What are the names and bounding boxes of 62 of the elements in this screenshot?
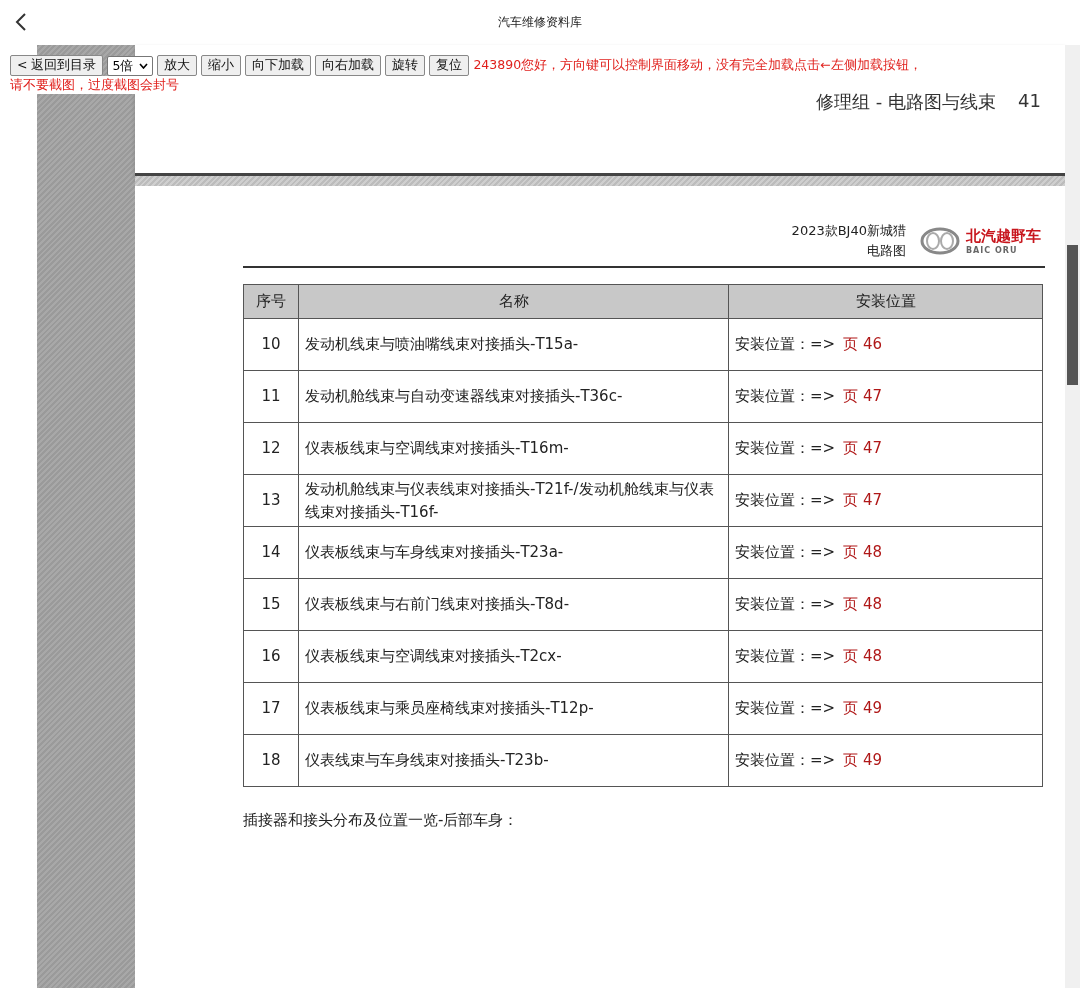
number-cell: 12 [243, 422, 299, 475]
name-cell: 仪表板线束与车身线束对接插头-T23a- [298, 526, 729, 579]
name-cell: 发动机舱线束与仪表线束对接插头-T21f-/发动机舱线束与仪表线束对接插头-T16f- [298, 474, 729, 527]
number-cell: 15 [243, 578, 299, 631]
name-cell: 仪表板线束与右前门线束对接插头-T8d- [298, 578, 729, 631]
page-link[interactable]: 页 48 [843, 541, 882, 564]
brand-name: 北汽越野车 [966, 227, 1041, 246]
number-cell: 16 [243, 630, 299, 683]
toolbar-button[interactable]: 放大 [157, 55, 198, 76]
brand-latin: BAIC ORU [966, 246, 1019, 255]
emblem-icon [920, 227, 960, 255]
toolbar-button[interactable]: 向右加载 [315, 55, 382, 76]
section-heading: 插接器和接头分布及位置一览-后部车身： [243, 811, 520, 830]
name-cell: 仪表板线束与空调线束对接插头-T16m- [298, 422, 729, 475]
toolbar-button[interactable]: 向下加载 [245, 55, 312, 76]
page-link[interactable]: 页 49 [843, 749, 882, 772]
page-link[interactable]: 页 48 [843, 645, 882, 668]
location-label: 安装位置：=> [735, 438, 836, 459]
toolbar-button[interactable]: 复位 [429, 55, 470, 76]
notice-text: 请不要截图，过度截图会封号 [10, 76, 179, 94]
model-title: 2023款BJ40新城猎 [791, 222, 906, 240]
column-header: 序号 [243, 284, 299, 319]
location-label: 安装位置：=> [735, 334, 836, 355]
location-label: 安装位置：=> [735, 750, 836, 771]
document-subtitle: 电路图 [867, 242, 906, 260]
column-header: 名称 [298, 284, 729, 319]
back-to-contents-button[interactable]: < 返回到目录 [10, 55, 104, 76]
number-cell: 11 [243, 370, 299, 423]
page-link[interactable]: 页 46 [843, 333, 882, 356]
number-cell: 18 [243, 734, 299, 787]
toolbar-button[interactable]: 缩小 [201, 55, 242, 76]
notice-text: 243890您好，方向键可以控制界面移动，没有完全加载点击←左侧加载按钮， [473, 57, 922, 72]
back-icon[interactable] [14, 12, 28, 32]
location-label: 安装位置：=> [735, 698, 836, 719]
name-cell: 仪表板线束与乘员座椅线束对接插头-T12p- [298, 682, 729, 735]
name-cell: 发动机舱线束与自动变速器线束对接插头-T36c- [298, 370, 729, 423]
page-link[interactable]: 页 49 [843, 697, 882, 720]
caret-icon [139, 62, 149, 69]
name-cell: 发动机线束与喷油嘴线束对接插头-T15a- [298, 318, 729, 371]
column-header: 安装位置 [728, 284, 1043, 319]
zoom-select[interactable]: 5倍 [107, 55, 154, 76]
number-cell: 10 [243, 318, 299, 371]
running-header: 修理组 - 电路图与线束 [816, 90, 997, 114]
page-link[interactable]: 页 47 [843, 385, 882, 408]
location-label: 安装位置：=> [735, 490, 836, 511]
name-cell: 仪表板线束与空调线束对接插头-T2cx- [298, 630, 729, 683]
toolbar-button[interactable]: 旋转 [385, 55, 426, 76]
name-cell: 仪表线束与车身线束对接插头-T23b- [298, 734, 729, 787]
location-label: 安装位置：=> [735, 646, 836, 667]
location-label: 安装位置：=> [735, 594, 836, 615]
scrollbar[interactable] [1065, 45, 1080, 988]
page-link[interactable]: 页 47 [843, 437, 882, 460]
scrollbar-thumb[interactable] [1067, 245, 1078, 385]
page-link[interactable]: 页 47 [843, 489, 882, 512]
page-link[interactable]: 页 48 [843, 593, 882, 616]
page-number: 41 [1018, 90, 1041, 113]
app-title: 汽车维修资料库 [497, 14, 583, 31]
number-cell: 17 [243, 682, 299, 735]
location-label: 安装位置：=> [735, 542, 836, 563]
number-cell: 14 [243, 526, 299, 579]
location-label: 安装位置：=> [735, 386, 836, 407]
number-cell: 13 [243, 474, 299, 527]
